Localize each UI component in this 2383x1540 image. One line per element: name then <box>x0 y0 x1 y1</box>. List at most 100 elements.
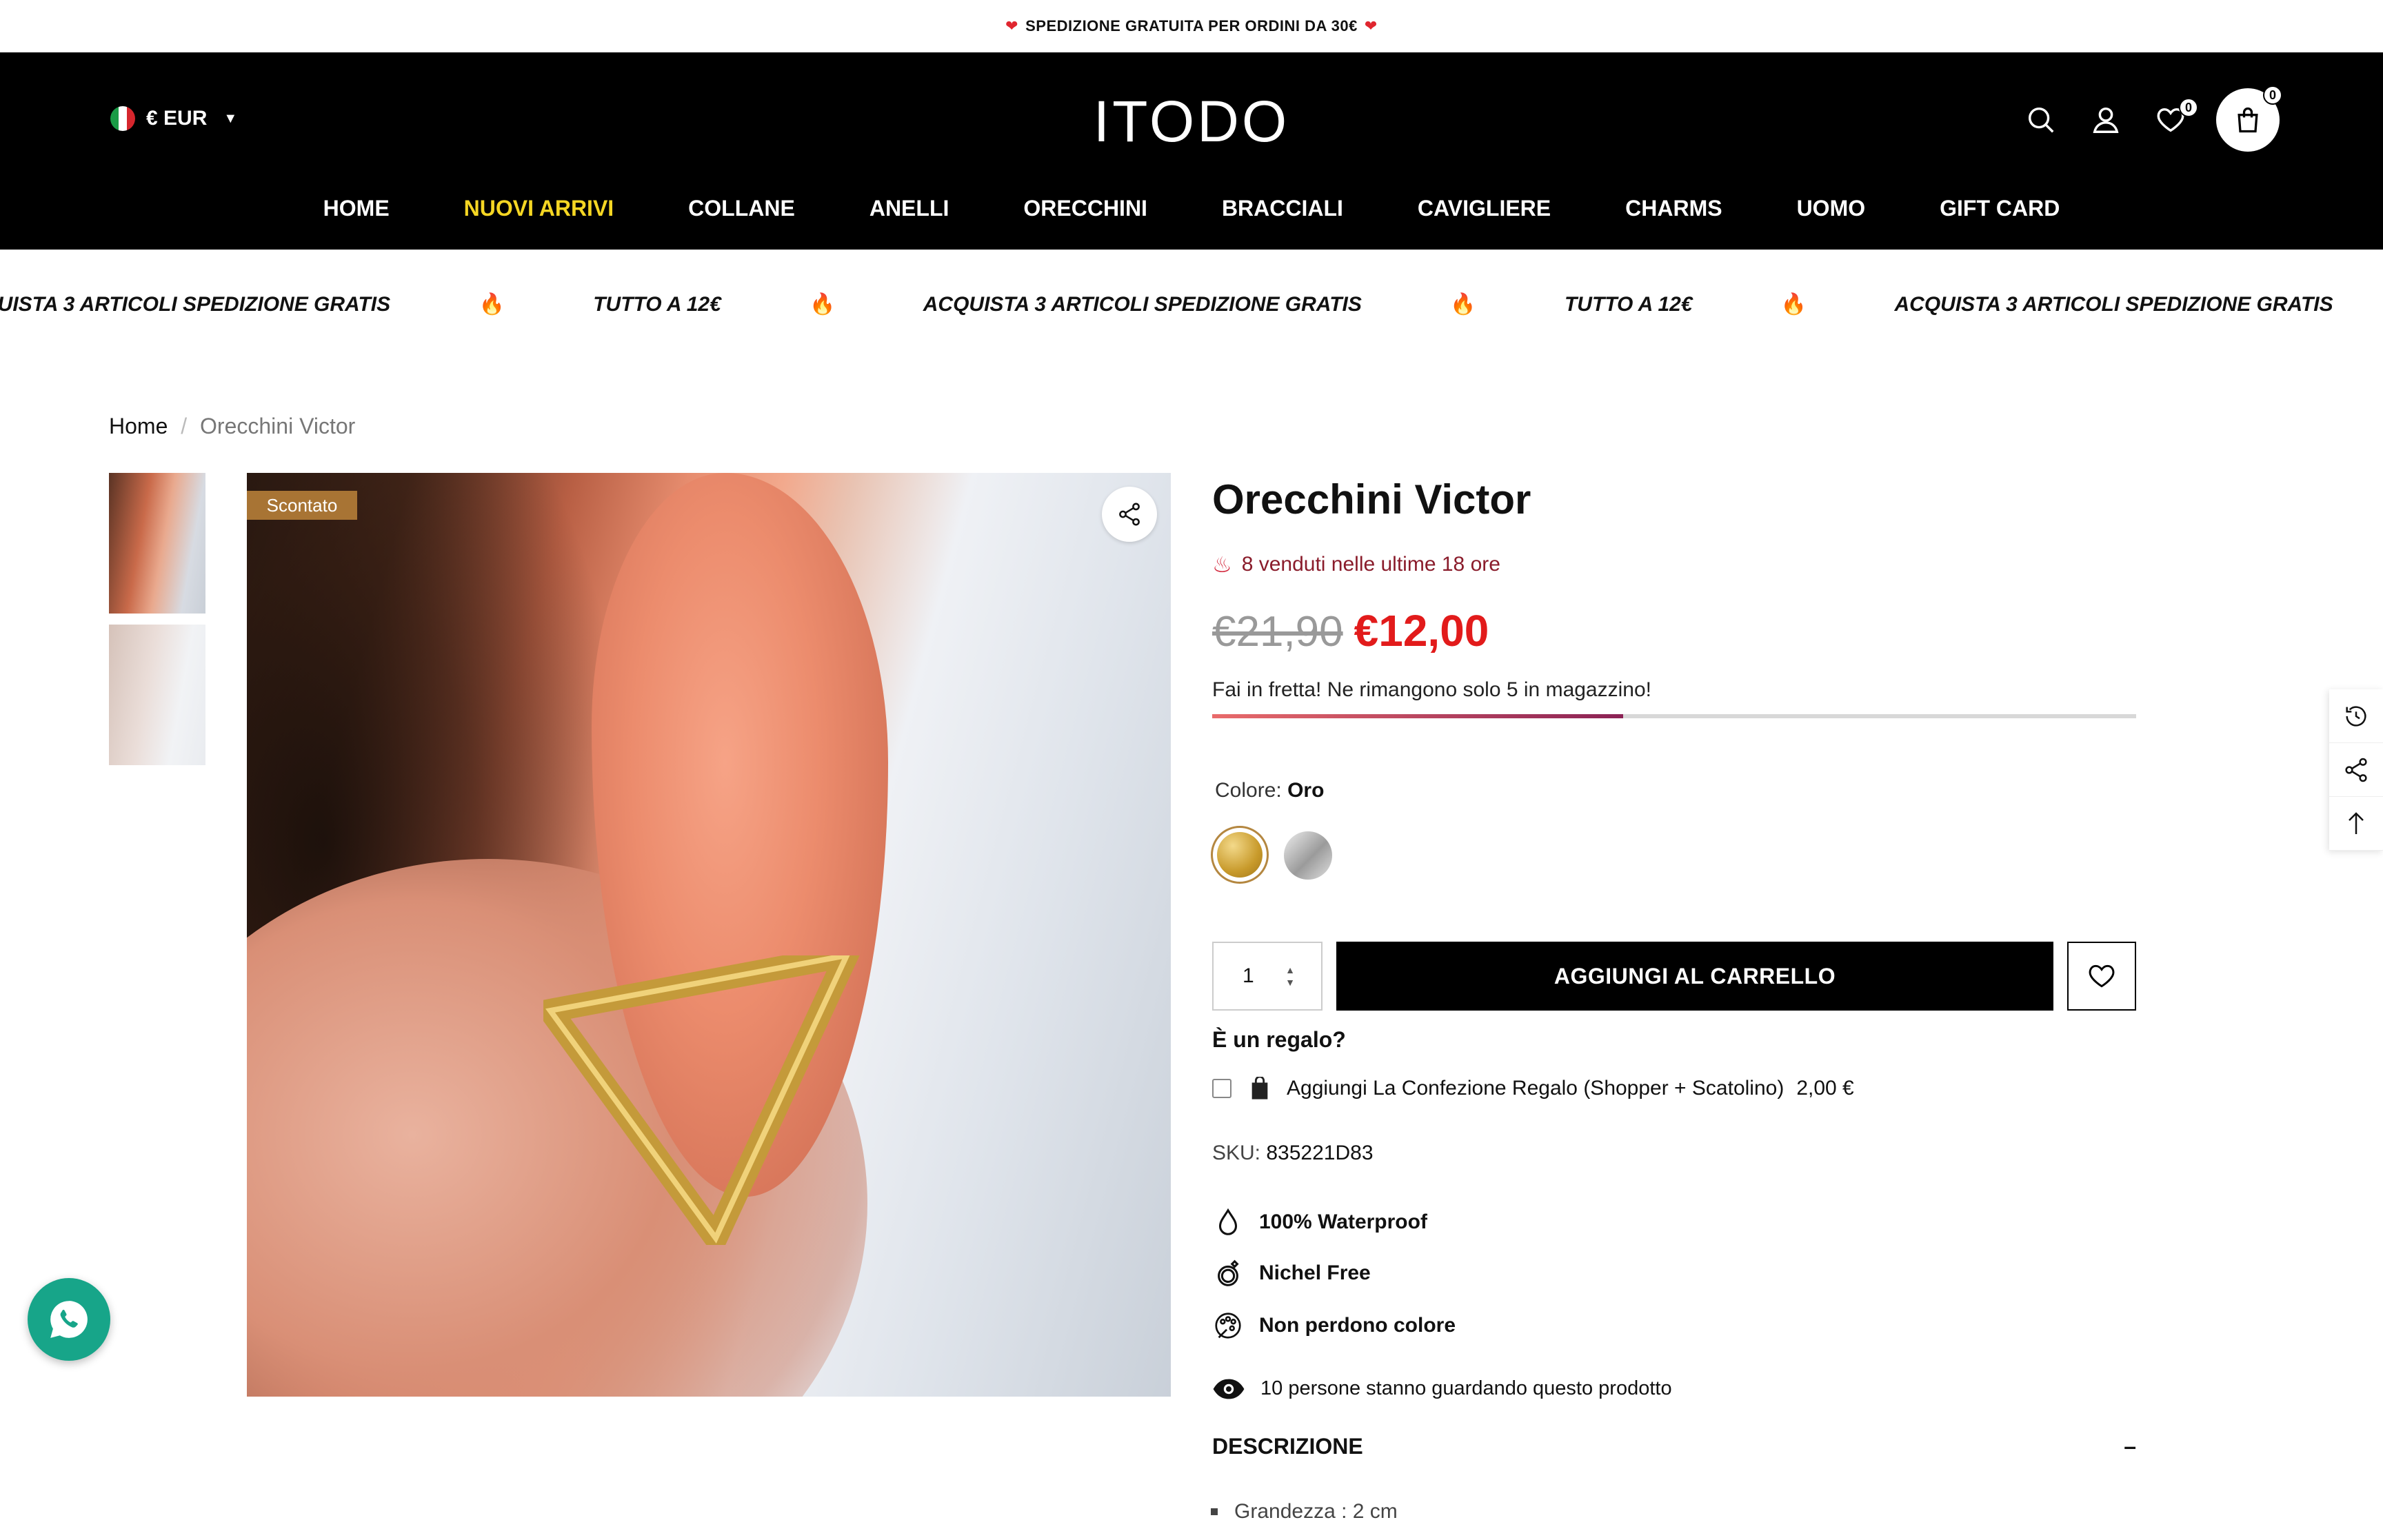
fire-icon: 🔥 <box>1780 293 1807 316</box>
stock-progress-bar <box>1212 714 2136 718</box>
swatch-gold[interactable] <box>1211 826 1269 884</box>
search-button[interactable] <box>2022 101 2060 139</box>
gift-wrap-checkbox[interactable] <box>1212 1079 1231 1098</box>
main-navigation: HOME NUOVI ARRIVI COLLANE ANELLI ORECCHI… <box>0 196 2383 221</box>
feature-label: Non perdono colore <box>1259 1314 1456 1337</box>
promo-price-text: TUTTO A 12€ <box>1564 293 1693 316</box>
promo-marquee-track: ACQUISTA 3 ARTICOLI SPEDIZIONE GRATIS 🔥 … <box>0 292 2383 316</box>
price-block: €21,90 €12,00 <box>1212 605 1489 656</box>
quantity-spinner-icon[interactable]: ▲ ▼ <box>1285 964 1295 989</box>
sku: SKU: 835221D83 <box>1212 1142 1374 1165</box>
shopping-bag-icon <box>2238 107 2258 133</box>
sold-recently-text: 8 venduti nelle ultime 18 ore <box>1241 553 1500 576</box>
back-to-top-button[interactable] <box>2329 797 2383 851</box>
account-button[interactable] <box>2087 101 2125 139</box>
user-icon <box>2093 107 2119 133</box>
heart-icon <box>2089 964 2115 988</box>
side-share-button[interactable] <box>2329 743 2383 797</box>
description-item: Grandezza : 2 cm <box>1211 1500 1398 1523</box>
promo-shipping-text: ACQUISTA 3 ARTICOLI SPEDIZIONE GRATIS <box>923 293 1362 316</box>
fire-icon: 🔥 <box>1450 293 1476 316</box>
sku-label: SKU: <box>1212 1142 1261 1164</box>
header-actions: 0 0 <box>1995 85 2282 152</box>
nav-men[interactable]: UOMO <box>1797 196 1866 221</box>
palette-icon <box>1215 1313 1241 1339</box>
collapse-icon: – <box>2124 1434 2136 1459</box>
color-label: Colore: Oro <box>1215 779 1324 802</box>
search-icon <box>2028 107 2054 133</box>
nav-rings[interactable]: ANELLI <box>869 196 949 221</box>
fire-icon: 🔥 <box>479 293 505 316</box>
gift-wrap-price: 2,00 € <box>1796 1077 1854 1100</box>
earring-graphic <box>543 955 860 1245</box>
fire-icon: 🔥 <box>810 293 836 316</box>
promo-shipping-text: ACQUISTA 3 ARTICOLI SPEDIZIONE GRATIS <box>1894 293 2333 316</box>
gift-wrap-label: Aggiungi La Confezione Regalo (Shopper +… <box>1287 1077 1784 1100</box>
cart-count-badge: 0 <box>2263 85 2282 105</box>
feature-label: Nichel Free <box>1259 1262 1371 1284</box>
announcement-text: SPEDIZIONE GRATUITA PER ORDINI DA 30€ <box>1025 17 1358 34</box>
product-thumbnail[interactable] <box>109 473 205 614</box>
product-title: Orecchini Victor <box>1212 476 1531 523</box>
feature-label: 100% Waterproof <box>1259 1210 1427 1233</box>
share-icon <box>2345 758 2367 782</box>
description-item-text: Grandezza : 2 cm <box>1234 1500 1398 1523</box>
feature-color-lasting: Non perdono colore <box>1212 1310 1456 1341</box>
color-value: Oro <box>1287 779 1325 802</box>
feature-waterproof: 100% Waterproof <box>1212 1206 1427 1238</box>
side-toolbar <box>2329 689 2383 851</box>
viewers-text: 10 persone stanno guardando questo prodo… <box>1260 1377 1672 1399</box>
site-header: € EUR ▼ ITODO 0 0 HOME NUOVI ARRIVI COLL… <box>0 52 2383 250</box>
wishlist-button[interactable]: 0 <box>2151 98 2198 139</box>
product-main-image[interactable] <box>247 473 1171 1397</box>
sku-value: 835221D83 <box>1266 1142 1374 1164</box>
breadcrumb-separator: / <box>181 414 188 438</box>
product-thumbnail[interactable] <box>109 625 205 765</box>
arrow-up-icon <box>2349 811 2364 834</box>
nav-necklaces[interactable]: COLLANE <box>688 196 795 221</box>
add-to-cart-button[interactable]: AGGIUNGI AL CARRELLO <box>1336 942 2053 1011</box>
nav-charms[interactable]: CHARMS <box>1625 196 1722 221</box>
quantity-value: 1 <box>1243 964 1254 987</box>
nav-home[interactable]: HOME <box>323 196 390 221</box>
recently-viewed-button[interactable] <box>2329 689 2383 743</box>
breadcrumb: Home / Orecchini Victor <box>109 414 355 439</box>
whatsapp-icon <box>50 1301 88 1338</box>
share-icon <box>1119 503 1140 526</box>
feature-nickel-free: Nichel Free <box>1212 1257 1371 1289</box>
sold-recently: ♨ 8 venduti nelle ultime 18 ore <box>1212 551 1500 578</box>
promo-marquee: ACQUISTA 3 ARTICOLI SPEDIZIONE GRATIS 🔥 … <box>0 250 2383 361</box>
add-to-wishlist-button[interactable] <box>2067 942 2136 1011</box>
announcement-bar: ❤ SPEDIZIONE GRATUITA PER ORDINI DA 30€ … <box>0 0 2383 52</box>
ring-icon <box>1218 1259 1239 1286</box>
viewers-count: 10 persone stanno guardando questo prodo… <box>1212 1377 1672 1400</box>
stock-progress-fill <box>1212 714 1624 718</box>
eye-icon <box>1213 1379 1245 1399</box>
discount-badge: Scontato <box>247 491 357 520</box>
share-button[interactable] <box>1102 487 1157 542</box>
swatch-silver[interactable] <box>1284 831 1332 880</box>
sale-price: €12,00 <box>1354 606 1489 656</box>
nav-bracelets[interactable]: BRACCIALI <box>1222 196 1343 221</box>
flame-icon: ♨ <box>1212 552 1232 577</box>
promo-price-text: TUTTO A 12€ <box>593 293 721 316</box>
nav-gift-card[interactable]: GIFT CARD <box>1940 196 2060 221</box>
heart-icon: ❤ <box>1005 17 1019 34</box>
wishlist-count-badge: 0 <box>2179 98 2198 117</box>
nav-new-arrivals[interactable]: NUOVI ARRIVI <box>464 196 614 221</box>
color-label-text: Colore: <box>1215 779 1282 802</box>
original-price: €21,90 <box>1212 608 1343 656</box>
quantity-stepper[interactable]: 1 ▲ ▼ <box>1212 942 1323 1011</box>
description-title: DESCRIZIONE <box>1212 1434 1363 1459</box>
breadcrumb-home[interactable]: Home <box>109 414 168 438</box>
description-accordion-toggle[interactable]: DESCRIZIONE – <box>1212 1434 2136 1459</box>
whatsapp-chat-button[interactable] <box>28 1278 110 1361</box>
nav-earrings[interactable]: ORECCHINI <box>1023 196 1147 221</box>
gift-bag-icon <box>1251 1077 1268 1100</box>
cart-button[interactable]: 0 <box>2216 85 2282 152</box>
breadcrumb-current: Orecchini Victor <box>200 414 356 438</box>
nav-anklets[interactable]: CAVIGLIERE <box>1418 196 1551 221</box>
gift-wrap-option: Aggiungi La Confezione Regalo (Shopper +… <box>1212 1077 1854 1100</box>
history-icon <box>2346 706 2366 727</box>
water-drop-icon <box>1218 1208 1238 1235</box>
